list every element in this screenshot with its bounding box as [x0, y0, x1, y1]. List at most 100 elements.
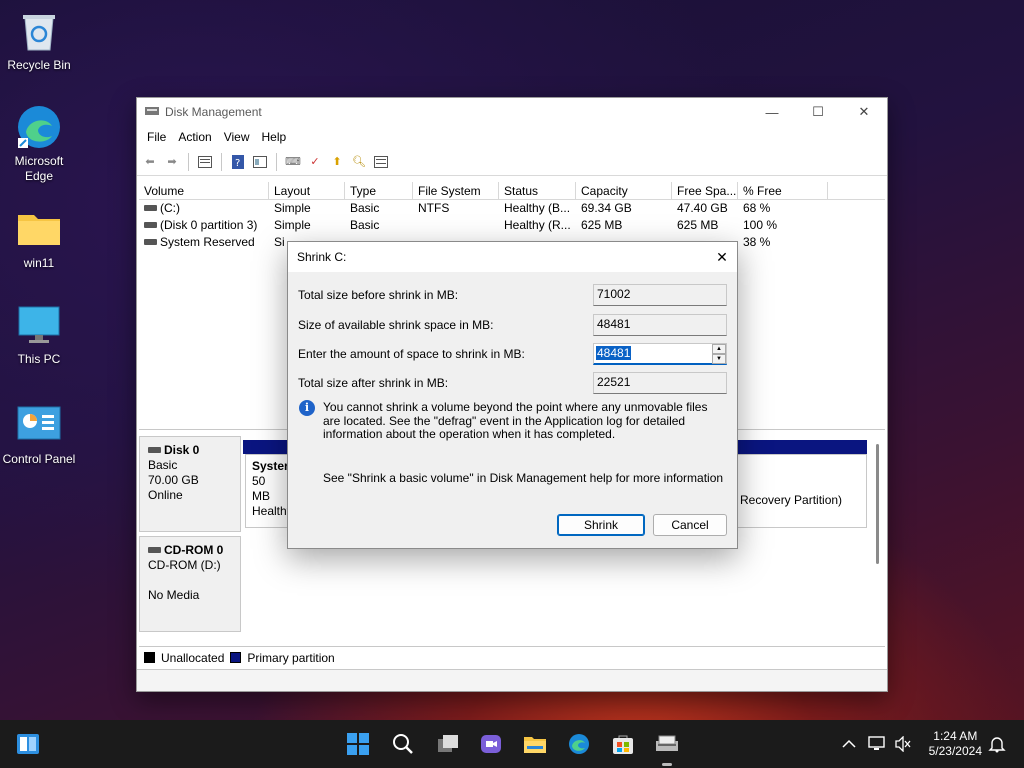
- clock-time: 1:24 AM: [933, 729, 978, 743]
- shrink-amount-stepper[interactable]: 48481 ▲ ▼: [593, 343, 727, 365]
- column-type[interactable]: Type: [345, 182, 413, 199]
- disk-management-taskbar-icon[interactable]: [655, 732, 679, 756]
- settings-icon[interactable]: [372, 153, 390, 171]
- total-before-label: Total size before shrink in MB:: [298, 288, 459, 302]
- shrink-button[interactable]: Shrink: [557, 514, 645, 536]
- file-explorer-icon[interactable]: [523, 732, 547, 756]
- partition-status: Healthy: [252, 504, 293, 518]
- shrink-amount-input[interactable]: 48481: [596, 346, 632, 360]
- volume-status: Healthy (B...: [504, 201, 571, 215]
- edge-icon: [16, 104, 62, 150]
- view-icon[interactable]: [251, 153, 269, 171]
- recycle-bin-icon: [16, 8, 62, 54]
- desktop-icon-label: Microsoft Edge: [14, 154, 64, 183]
- desktop-icon-label: win11: [23, 256, 55, 270]
- clock-date: 5/23/2024: [928, 744, 982, 758]
- cancel-button[interactable]: Cancel: [653, 514, 727, 536]
- show-hidden-icons[interactable]: [842, 720, 856, 768]
- disk-state: Online: [148, 488, 183, 502]
- volume-name: (Disk 0 partition 3): [160, 218, 258, 232]
- volume-name: (C:): [160, 201, 180, 215]
- column-file-system[interactable]: File System: [413, 182, 499, 199]
- volume-free: 47.40 GB: [677, 201, 728, 215]
- desktop-icon-label: Control Panel: [2, 452, 76, 466]
- window-titlebar: Disk Management — ☐ ✕: [137, 98, 887, 126]
- dialog-titlebar: Shrink C: ✕: [288, 242, 737, 272]
- column-free-space[interactable]: Free Spa...: [672, 182, 738, 199]
- volume-free: 625 MB: [677, 218, 719, 232]
- desktop-icon-win11[interactable]: win11: [0, 206, 78, 270]
- volume-muted-icon[interactable]: [894, 720, 912, 768]
- chat-icon[interactable]: [479, 732, 503, 756]
- legend: Unallocated Primary partition: [139, 646, 885, 668]
- drive-icon: [144, 221, 157, 228]
- unallocated-swatch: [144, 652, 155, 663]
- edge-taskbar-icon[interactable]: [567, 732, 591, 756]
- menu-file[interactable]: File: [141, 130, 172, 144]
- volume-pct: 68 %: [743, 201, 771, 215]
- spin-down-icon[interactable]: ▼: [712, 354, 726, 364]
- help-text: See "Shrink a basic volume" in Disk Mana…: [323, 471, 724, 485]
- taskbar-clock[interactable]: 1:24 AM 5/23/2024: [929, 729, 982, 759]
- dialog-close-button[interactable]: ✕: [707, 249, 737, 266]
- check-icon[interactable]: ✓: [306, 153, 324, 171]
- menu-help[interactable]: Help: [256, 130, 293, 144]
- column-status[interactable]: Status: [499, 182, 576, 199]
- network-icon[interactable]: [868, 720, 886, 768]
- disk-management-icon: [145, 105, 159, 120]
- column-layout[interactable]: Layout: [269, 182, 345, 199]
- store-icon[interactable]: [611, 732, 635, 756]
- menu-bar: File Action View Help: [137, 126, 887, 148]
- volume-name: System Reserved: [160, 235, 255, 249]
- table-row[interactable]: (Disk 0 partition 3) Simple Basic Health…: [139, 217, 885, 234]
- desktop-icon-edge[interactable]: Microsoft Edge: [0, 104, 78, 184]
- volume-fs: NTFS: [418, 201, 450, 215]
- column-percent-free[interactable]: % Free: [738, 182, 828, 199]
- disk-name: Disk 0: [164, 443, 200, 457]
- desktop-icon-this-pc[interactable]: This PC: [0, 302, 78, 366]
- status-bar: [137, 669, 887, 691]
- help-icon[interactable]: ?: [229, 153, 247, 171]
- partition-status: Recovery Partition): [740, 493, 843, 507]
- volume-capacity: 69.34 GB: [581, 201, 632, 215]
- taskbar: 1:24 AM 5/23/2024: [0, 720, 1024, 768]
- search-icon[interactable]: 🔍︎: [350, 153, 368, 171]
- partition-recovery[interactable]: Recovery Partition): [733, 454, 867, 528]
- column-volume[interactable]: Volume: [139, 182, 269, 199]
- enter-amount-label: Enter the amount of space to shrink in M…: [298, 347, 525, 361]
- vertical-scrollbar[interactable]: [876, 444, 879, 564]
- spin-up-icon[interactable]: ▲: [712, 344, 726, 354]
- desktop-icon-recycle-bin[interactable]: Recycle Bin: [0, 8, 78, 72]
- close-button[interactable]: ✕: [841, 98, 887, 126]
- desktop-icon-control-panel[interactable]: Control Panel: [0, 402, 78, 466]
- task-view-icon[interactable]: [436, 732, 460, 756]
- up-icon[interactable]: ⬆: [328, 153, 346, 171]
- minimize-button[interactable]: —: [749, 98, 795, 126]
- start-icon[interactable]: [346, 732, 370, 756]
- legend-primary: Primary partition: [247, 650, 335, 665]
- partition-system-reserved[interactable]: Syster 50 MB Healthy: [245, 454, 293, 528]
- available-value: 48481: [593, 314, 727, 336]
- desktop-icon-label: Recycle Bin: [7, 58, 71, 72]
- maximize-button[interactable]: ☐: [795, 98, 841, 126]
- table-row[interactable]: (C:) Simple Basic NTFS Healthy (B... 69.…: [139, 200, 885, 217]
- menu-view[interactable]: View: [218, 130, 256, 144]
- desktop-icon-label: This PC: [17, 352, 61, 366]
- drive-icon: [144, 204, 157, 211]
- total-after-label: Total size after shrink in MB:: [298, 376, 449, 390]
- forward-icon[interactable]: ➡: [163, 153, 181, 171]
- column-capacity[interactable]: Capacity: [576, 182, 672, 199]
- connect-icon[interactable]: ⌨: [284, 153, 302, 171]
- widgets-icon[interactable]: [16, 732, 40, 756]
- volume-layout: Simple: [274, 218, 311, 232]
- back-icon[interactable]: ⬅: [141, 153, 159, 171]
- dialog-title: Shrink C:: [297, 250, 347, 264]
- disk-0-label[interactable]: Disk 0 Basic 70.00 GB Online: [139, 436, 241, 532]
- cdrom-label[interactable]: CD-ROM 0 CD-ROM (D:) No Media: [139, 536, 241, 632]
- menu-action[interactable]: Action: [172, 130, 217, 144]
- disk-size: 70.00 GB: [148, 473, 199, 487]
- folder-icon: [16, 206, 62, 252]
- search-icon[interactable]: [391, 732, 415, 756]
- properties-icon[interactable]: [196, 153, 214, 171]
- notification-icon[interactable]: [988, 720, 1006, 768]
